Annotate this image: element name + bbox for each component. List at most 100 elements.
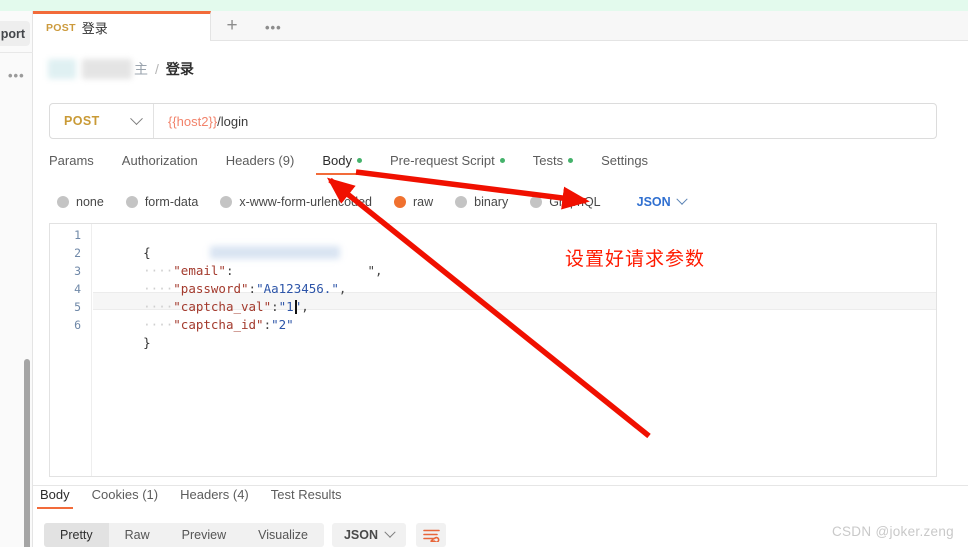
body-type-urlencoded[interactable]: x-www-form-urlencoded: [220, 195, 372, 209]
body-type-raw[interactable]: raw: [394, 195, 433, 209]
response-tab-cookies[interactable]: Cookies (1): [92, 487, 158, 509]
url-variable-token: {{host2}}: [168, 113, 218, 129]
wrap-lines-button[interactable]: [416, 523, 446, 547]
body-type-none-label: none: [76, 195, 104, 209]
code-redacted-tail: ",: [367, 263, 383, 278]
chevron-down-icon: [676, 193, 688, 205]
tab-authorization-label: Authorization: [121, 153, 198, 168]
import-button[interactable]: port: [0, 21, 30, 46]
word-wrap-icon: [422, 529, 440, 542]
response-tab-headers[interactable]: Headers (4): [180, 487, 249, 509]
url-bar: POST {{host2}}/login: [49, 103, 937, 139]
radio-form-data-icon: [125, 196, 138, 208]
tests-modified-dot-icon: [568, 158, 574, 163]
body-type-radio-group: none form-data x-www-form-urlencoded raw…: [57, 192, 937, 212]
code-line: }: [98, 316, 151, 350]
response-format-dropdown[interactable]: JSON: [331, 523, 406, 547]
breadcrumb-redacted-tail: 主: [134, 61, 148, 77]
body-type-graphql[interactable]: GraphQL: [530, 195, 601, 209]
tab-body[interactable]: Body: [316, 153, 368, 175]
raw-format-dropdown[interactable]: JSON: [636, 193, 688, 209]
code-key-captcha-id: "captcha_id": [173, 317, 264, 332]
editor-text-caret: [295, 300, 297, 314]
body-type-none[interactable]: none: [57, 195, 104, 209]
line-number: 6: [74, 318, 81, 332]
response-view-raw[interactable]: Raw: [109, 523, 166, 547]
response-view-preview[interactable]: Preview: [166, 523, 242, 547]
body-type-binary[interactable]: binary: [455, 195, 508, 209]
raw-format-label: JSON: [636, 195, 671, 209]
response-tab-test-results[interactable]: Test Results: [271, 487, 342, 509]
response-section-tabs: Body Cookies (1) Headers (4) Test Result…: [37, 487, 968, 513]
tab-params[interactable]: Params: [49, 153, 94, 175]
tab-overflow-more-icon[interactable]: •••: [265, 20, 282, 35]
url-input[interactable]: {{host2}}/login: [154, 114, 936, 129]
tab-authorization[interactable]: Authorization: [122, 153, 198, 175]
chevron-down-icon: [384, 526, 396, 538]
sidebar-more-icon[interactable]: •••: [8, 68, 25, 83]
tab-settings-label: Settings: [601, 153, 649, 168]
response-tab-body[interactable]: Body: [37, 487, 73, 509]
sidebar-rail: port •••: [0, 11, 33, 547]
body-type-binary-label: binary: [474, 195, 509, 209]
tab-pre-request-script-label: Pre-request Script: [389, 153, 495, 168]
response-tab-headers-label: Headers (4): [180, 487, 249, 502]
radio-binary-icon: [455, 196, 468, 208]
http-method-label: POST: [64, 114, 100, 128]
postman-window: port ••• POST 登录 + ••• 主 / 登录 POST {{hos…: [0, 0, 968, 547]
request-body-editor[interactable]: 1 2 3 4 5 6 { ····"email": ", ····"passwo…: [49, 224, 937, 477]
tab-pre-request-script[interactable]: Pre-request Script: [390, 153, 505, 175]
line-number: 1: [74, 228, 81, 242]
response-tab-cookies-label: Cookies (1): [91, 487, 159, 502]
request-tab-bar: POST 登录 + •••: [33, 11, 968, 41]
line-number: 5: [74, 300, 81, 314]
breadcrumb-separator: /: [155, 61, 159, 77]
breadcrumb: 主 / 登录: [48, 58, 194, 80]
radio-urlencoded-icon: [220, 196, 233, 208]
redacted-email-value: [210, 246, 340, 259]
body-type-urlencoded-label: x-www-form-urlencoded: [239, 195, 372, 209]
breadcrumb-current-item: 登录: [165, 61, 194, 77]
radio-raw-icon: [394, 196, 406, 208]
tab-body-label: Body: [322, 153, 352, 168]
code-colon: :: [263, 317, 272, 332]
watermark: CSDN @joker.zeng: [831, 524, 954, 539]
response-tab-test-results-label: Test Results: [270, 487, 342, 502]
response-view-pretty[interactable]: Pretty: [44, 523, 109, 547]
sidebar-scrollbar[interactable]: [24, 359, 30, 547]
body-modified-dot-icon: [356, 158, 362, 163]
body-type-raw-label: raw: [413, 195, 434, 209]
new-tab-plus-icon[interactable]: +: [221, 16, 243, 37]
tab-headers-label: Headers (9): [225, 153, 295, 168]
response-view-preview-label: Preview: [181, 528, 227, 542]
response-view-visualize-label: Visualize: [258, 528, 308, 542]
editor-gutter: 1 2 3 4 5 6: [50, 224, 92, 476]
response-divider: [33, 485, 968, 486]
tab-params-label: Params: [49, 153, 94, 168]
http-method-dropdown[interactable]: POST: [50, 104, 154, 138]
code-comma: ,: [301, 299, 309, 314]
code-line: ····"captcha_val":"1",: [98, 280, 309, 314]
line-number: 4: [74, 282, 81, 296]
tab-tests[interactable]: Tests: [533, 153, 574, 175]
sidebar-divider: [0, 52, 33, 53]
code-value-captcha-id: "2": [271, 317, 294, 332]
line-number: 3: [74, 264, 81, 278]
annotation-text: 设置好请求参数: [565, 248, 706, 270]
body-type-graphql-label: GraphQL: [549, 195, 601, 209]
response-tab-body-label: Body: [40, 487, 70, 502]
tab-method-label: POST: [46, 21, 76, 34]
response-view-raw-label: Raw: [124, 528, 150, 542]
body-type-form-data-label: form-data: [144, 195, 199, 209]
code-line: ····"captcha_id":"2": [98, 298, 294, 332]
tab-settings[interactable]: Settings: [601, 153, 648, 175]
line-number: 2: [74, 246, 81, 260]
response-view-visualize[interactable]: Visualize: [242, 523, 324, 547]
radio-graphql-icon: [530, 196, 543, 208]
tab-headers[interactable]: Headers (9): [226, 153, 295, 175]
pre-request-modified-dot-icon: [499, 158, 505, 163]
code-line: {: [98, 226, 151, 260]
tab-login-request[interactable]: POST 登录: [33, 11, 211, 41]
body-type-form-data[interactable]: form-data: [125, 195, 199, 209]
tab-title-label: 登录: [81, 21, 108, 36]
